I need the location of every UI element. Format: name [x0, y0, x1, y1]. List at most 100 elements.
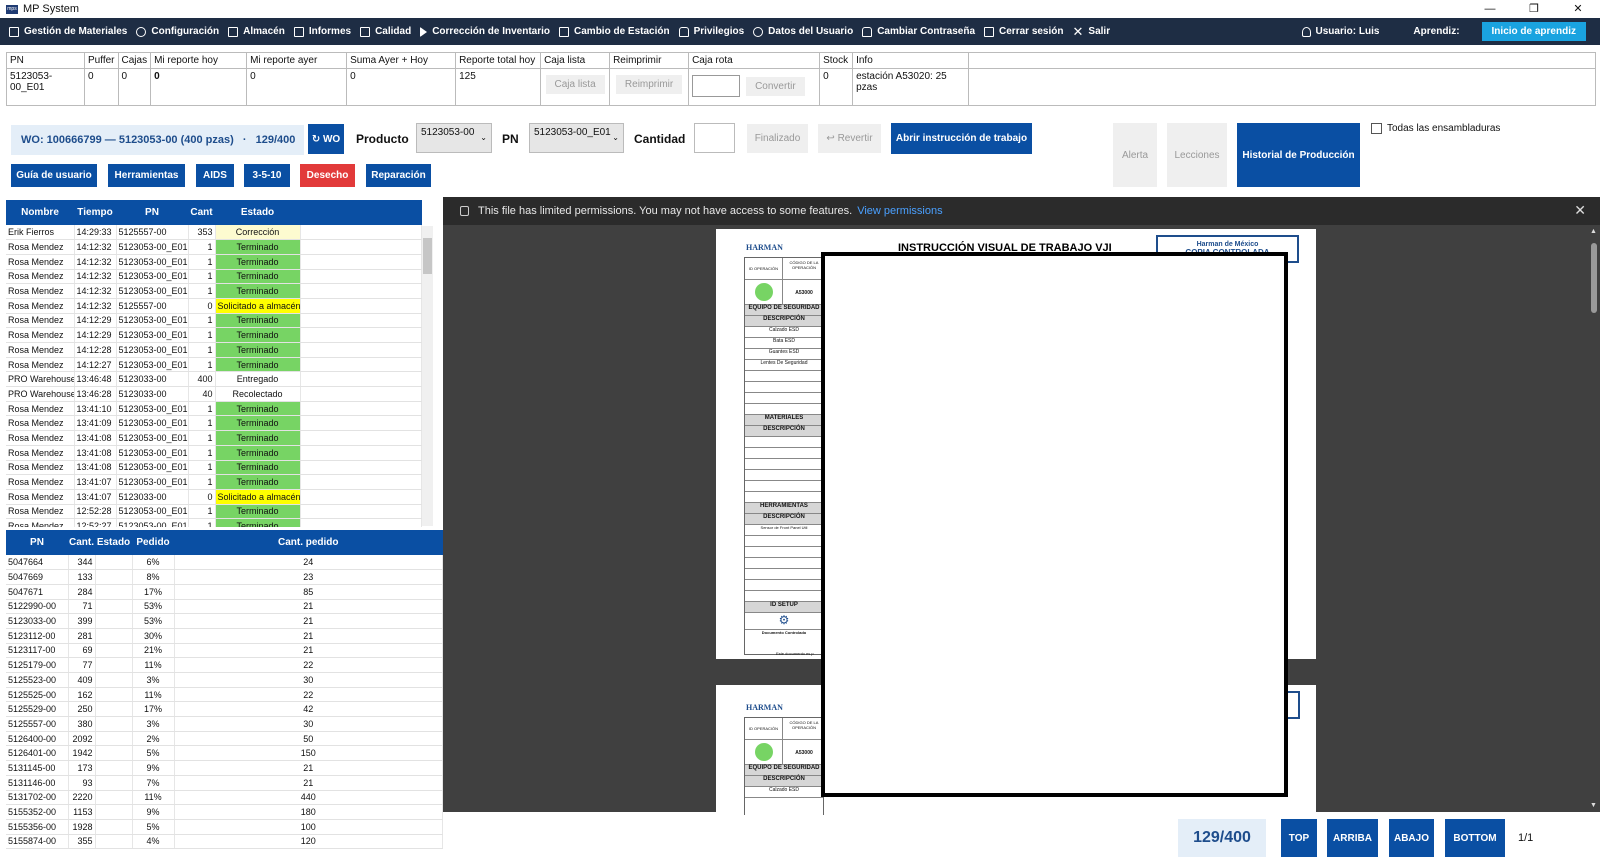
- pn-col-pedido[interactable]: Pedido: [132, 530, 174, 555]
- abrir-instruccion-button[interactable]: Abrir instrucción de trabajo: [891, 123, 1032, 154]
- reimprimir-button[interactable]: Reimprimir: [615, 75, 683, 95]
- log-row[interactable]: Rosa Mendez 14:12:32 5125557-00 0 Solicitado…: [6, 298, 422, 314]
- menu-gestion-materiales[interactable]: Gestión de Materiales: [9, 26, 127, 37]
- menu-cambio-estacion[interactable]: Cambio de Estación: [559, 26, 670, 37]
- log-row[interactable]: Rosa Mendez 14:12:32 5123053-00_E01 1 Termin…: [6, 254, 422, 270]
- view-permissions-link[interactable]: View permissions: [857, 205, 942, 217]
- pn-row[interactable]: 5125523-00 409 3% 30: [6, 672, 443, 688]
- log-row[interactable]: Rosa Mendez 13:41:09 5123053-00_E01 1 Termin…: [6, 415, 422, 432]
- log-col-pn[interactable]: PN: [116, 200, 188, 225]
- log-col-nombre[interactable]: Nombre: [6, 200, 74, 225]
- pn-row[interactable]: 5125529-00 250 17% 42: [6, 701, 443, 718]
- menu-calidad[interactable]: Calidad: [360, 26, 411, 37]
- lecciones-button[interactable]: Lecciones: [1167, 123, 1227, 187]
- pn-row[interactable]: 5126401-00 1942 5% 150: [6, 745, 443, 762]
- log-row[interactable]: Rosa Mendez 12:52:28 5123053-00_E01 1 Termin…: [6, 504, 422, 520]
- log-row[interactable]: Rosa Mendez 14:12:29 5123053-00_E01 1 Termin…: [6, 313, 422, 329]
- log-scrollbar[interactable]: [422, 226, 433, 526]
- log-row[interactable]: PRO Warehouse 13:46:28 5123033-00 40 Recolec…: [6, 386, 422, 402]
- pn-row[interactable]: 5131145-00 173 9% 21: [6, 760, 443, 776]
- refresh-wo-button[interactable]: ↻ WO: [308, 124, 344, 154]
- log-row[interactable]: Rosa Mendez 13:41:08 5123053-00_E01 1 Termin…: [6, 430, 422, 446]
- log-row[interactable]: Rosa Mendez 14:12:28 5123053-00_E01 1 Termin…: [6, 342, 422, 358]
- abajo-button[interactable]: ABAJO: [1389, 819, 1434, 857]
- pn-row[interactable]: 5123117-00 69 21% 21: [6, 643, 443, 659]
- menu-correccion-inventario[interactable]: Corrección de Inventario: [420, 26, 550, 37]
- menu-datos-usuario[interactable]: Datos del Usuario: [753, 26, 853, 37]
- desecho-button[interactable]: Desecho: [300, 164, 355, 187]
- convertir-button[interactable]: Convertir: [746, 76, 805, 96]
- menu-configuracion[interactable]: Configuración: [136, 26, 219, 37]
- log-row[interactable]: Rosa Mendez 13:41:07 5123033-00 0 Solicitado…: [6, 489, 422, 505]
- scroll-up-icon[interactable]: ▲: [1590, 228, 1597, 235]
- maximize-button[interactable]: ❐: [1512, 0, 1556, 18]
- log-scrollbar-thumb[interactable]: [423, 238, 432, 274]
- close-window-button[interactable]: ✕: [1556, 0, 1600, 18]
- viewer-scrollbar[interactable]: ▲ ▼: [1588, 225, 1600, 812]
- finalizado-button[interactable]: Finalizado: [747, 124, 808, 153]
- log-col-estado[interactable]: Estado: [215, 200, 300, 225]
- producto-select[interactable]: 5123053-00 ⌄: [416, 123, 492, 153]
- scroll-down-icon[interactable]: ▼: [1590, 802, 1597, 809]
- 3-5-10-button[interactable]: 3-5-10: [244, 164, 290, 187]
- minimize-button[interactable]: —: [1468, 0, 1512, 18]
- log-col-tiempo[interactable]: Tiempo: [74, 200, 116, 225]
- bottom-button[interactable]: BOTTOM: [1445, 819, 1505, 857]
- log-row[interactable]: Rosa Mendez 14:12:29 5123053-00_E01 1 Termin…: [6, 327, 422, 343]
- log-row[interactable]: Rosa Mendez 14:12:32 5123053-00_E01 1 Termin…: [6, 283, 422, 299]
- pn-col-pn[interactable]: PN: [6, 530, 68, 555]
- log-row[interactable]: Rosa Mendez 12:52:27 5123053-00_E01 1 Termin…: [6, 518, 422, 527]
- menu-cerrar-sesion[interactable]: Cerrar sesión: [984, 26, 1064, 37]
- log-row[interactable]: Rosa Mendez 13:41:08 5123053-00_E01 1 Termin…: [6, 445, 422, 461]
- menu-privilegios[interactable]: Privilegios: [678, 26, 744, 37]
- menu-cambiar-contrasena[interactable]: Cambiar Contraseña: [862, 26, 975, 37]
- todas-ensambladuras-checkbox[interactable]: Todas las ensambladuras: [1371, 123, 1500, 134]
- pn-col-estado[interactable]: Estado: [95, 530, 132, 555]
- viewer-scrollbar-thumb[interactable]: [1591, 243, 1597, 313]
- log-col-cant[interactable]: Cant: [188, 200, 215, 225]
- guia-usuario-button[interactable]: Guía de usuario: [11, 164, 97, 187]
- top-button[interactable]: TOP: [1281, 819, 1317, 857]
- log-row[interactable]: Rosa Mendez 14:12:32 5123053-00_E01 1 Termin…: [6, 239, 422, 255]
- log-row[interactable]: Rosa Mendez 14:12:27 5123053-00_E01 1 Termin…: [6, 357, 422, 373]
- menu-almacen[interactable]: Almacén: [228, 26, 285, 37]
- pn-row[interactable]: 5123033-00 399 53% 21: [6, 613, 443, 629]
- pn-row[interactable]: 5131702-00 2220 11% 440: [6, 790, 443, 806]
- pn-select[interactable]: 5123053-00_E01 ⌄: [529, 123, 624, 153]
- reparacion-button[interactable]: Reparación: [366, 164, 431, 187]
- log-row[interactable]: Erik Fierros 14:29:33 5125557-00 353 Correcc…: [6, 225, 422, 241]
- log-row[interactable]: PRO Warehouse 13:46:48 5123033-00 400 Entreg…: [6, 371, 422, 388]
- cantidad-input[interactable]: [694, 123, 735, 153]
- log-row[interactable]: Rosa Mendez 13:41:10 5123053-00_E01 1 Termin…: [6, 401, 422, 417]
- caja-rota-input[interactable]: [692, 75, 741, 98]
- log-row[interactable]: Rosa Mendez 14:12:32 5123053-00_E01 1 Termin…: [6, 269, 422, 285]
- pn-row[interactable]: 5131146-00 93 7% 21: [6, 775, 443, 791]
- aids-button[interactable]: AIDS: [196, 164, 234, 187]
- inicio-aprendiz-button[interactable]: Inicio de aprendiz: [1481, 22, 1586, 41]
- pn-row[interactable]: 5125179-00 77 11% 22: [6, 657, 443, 673]
- pn-row[interactable]: 5155874-00 355 4% 120: [6, 834, 443, 850]
- pn-row[interactable]: 5122990-00 71 53% 21: [6, 599, 443, 615]
- checkbox-box[interactable]: [1371, 123, 1382, 134]
- log-row[interactable]: Rosa Mendez 13:41:07 5123053-00_E01 1 Termin…: [6, 474, 422, 490]
- pn-col-cant-pedido[interactable]: Cant. pedido: [174, 530, 443, 555]
- revertir-button[interactable]: ↩ Revertir: [818, 124, 881, 153]
- pn-row[interactable]: 5125557-00 380 3% 30: [6, 716, 443, 732]
- caja-lista-button[interactable]: Caja lista: [545, 75, 605, 95]
- menu-informes[interactable]: Informes: [293, 26, 351, 37]
- pn-row[interactable]: 5155356-00 1928 5% 100: [6, 819, 443, 835]
- historial-produccion-button[interactable]: Historial de Producción: [1237, 123, 1360, 187]
- pn-row[interactable]: 5155352-00 1153 9% 180: [6, 804, 443, 820]
- pn-row[interactable]: 5047664 344 6% 24: [6, 555, 443, 571]
- pn-row[interactable]: 5047671 284 17% 85: [6, 584, 443, 600]
- menu-salir[interactable]: ✕ Salir: [1073, 24, 1111, 40]
- pn-row[interactable]: 5125525-00 162 11% 22: [6, 687, 443, 703]
- alerta-button[interactable]: Alerta: [1113, 123, 1157, 187]
- herramientas-button[interactable]: Herramientas: [108, 164, 185, 187]
- pn-row[interactable]: 5047669 133 8% 23: [6, 569, 443, 585]
- log-row[interactable]: Rosa Mendez 13:41:08 5123053-00_E01 1 Termin…: [6, 460, 422, 476]
- arriba-button[interactable]: ARRIBA: [1327, 819, 1378, 857]
- pn-row[interactable]: 5123112-00 281 30% 21: [6, 628, 443, 644]
- pn-col-cant[interactable]: Cant.: [68, 530, 95, 555]
- close-icon[interactable]: ✕: [1574, 202, 1586, 219]
